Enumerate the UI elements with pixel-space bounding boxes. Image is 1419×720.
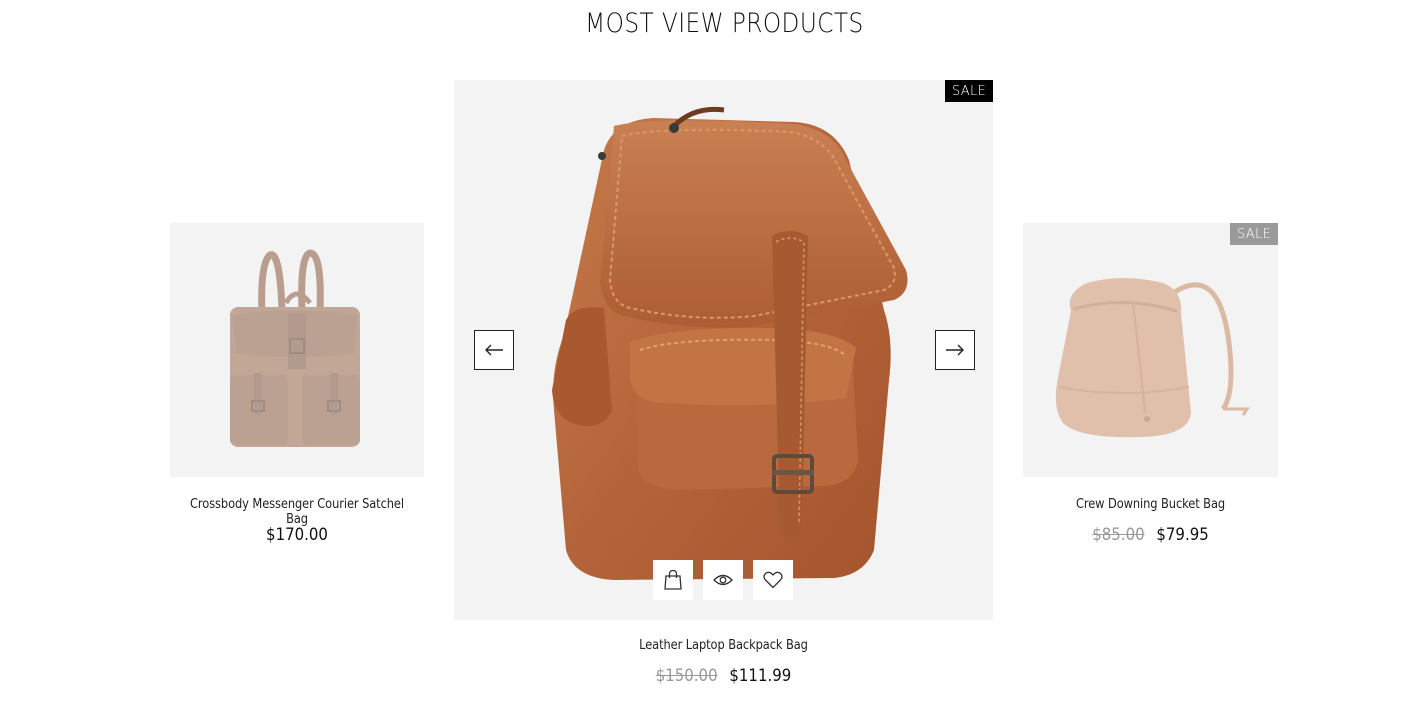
eye-icon [713, 574, 733, 586]
product-price: $111.99 [729, 666, 792, 686]
leather-backpack-image [230, 249, 360, 447]
product-name[interactable]: Crew Downing Bucket Bag [1038, 497, 1262, 512]
heart-icon [763, 571, 783, 589]
product-price: $79.95 [1156, 525, 1209, 545]
quick-view-button[interactable] [703, 560, 743, 600]
sale-badge: SALE [944, 80, 993, 102]
product-card-crew-bucket-bag[interactable]: SALE Crew Downing Bucket Bag $85.00 $79.… [1023, 223, 1278, 553]
product-name[interactable]: Crossbody Messenger Courier Satchel Bag [185, 497, 409, 527]
carousel-next-button[interactable] [935, 330, 975, 370]
product-card-leather-laptop-backpack[interactable]: SALE Leather Laptop Backpack Bag $150.00… [454, 80, 993, 690]
product-price-row: $170.00 [185, 525, 409, 545]
product-price-row: $150.00 $111.99 [486, 666, 960, 686]
bucket-bag-image [1055, 278, 1250, 438]
sale-badge: SALE [1229, 223, 1278, 245]
product-old-price: $85.00 [1092, 525, 1145, 545]
product-image[interactable] [1023, 223, 1278, 477]
add-to-wishlist-button[interactable] [753, 560, 793, 600]
product-image[interactable] [170, 223, 424, 477]
product-image[interactable] [454, 80, 993, 620]
product-old-price: $150.00 [655, 666, 718, 686]
add-to-cart-button[interactable] [653, 560, 693, 600]
product-name[interactable]: Leather Laptop Backpack Bag [486, 638, 960, 653]
carousel-prev-button[interactable] [474, 330, 514, 370]
product-card-crossbody-satchel[interactable]: Crossbody Messenger Courier Satchel Bag … [170, 223, 424, 553]
product-price: $170.00 [266, 525, 328, 545]
shopping-bag-icon [664, 569, 682, 590]
arrow-right-icon [946, 344, 964, 356]
leather-laptop-backpack-image [552, 106, 908, 580]
product-price-row: $85.00 $79.95 [1038, 525, 1262, 545]
arrow-left-icon [485, 344, 503, 356]
section-title: MOST VIEW PRODUCTS [585, 8, 864, 39]
